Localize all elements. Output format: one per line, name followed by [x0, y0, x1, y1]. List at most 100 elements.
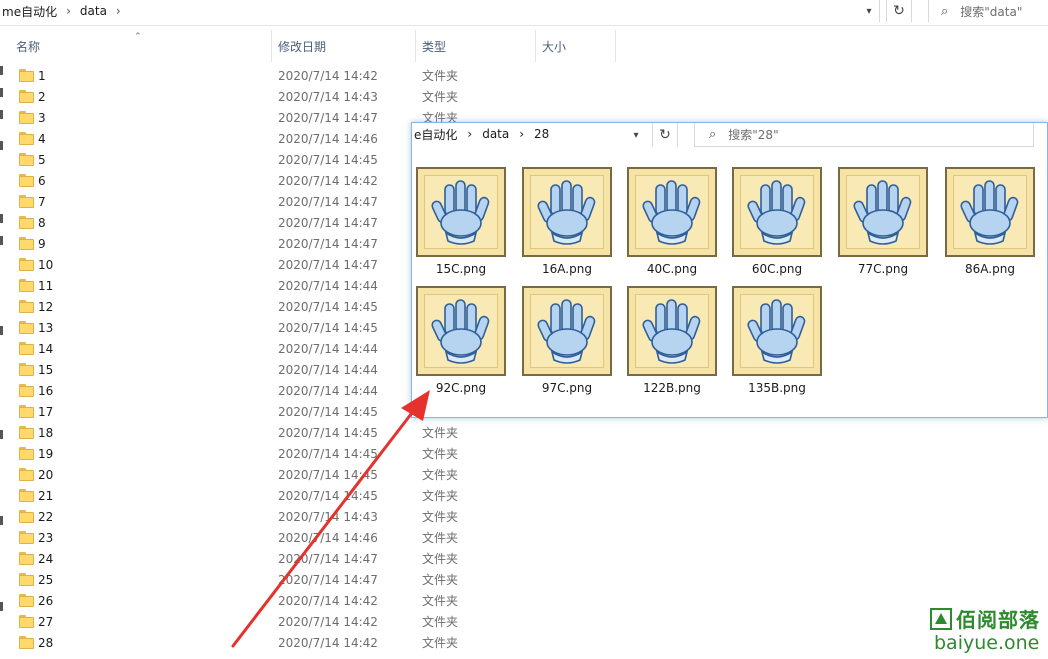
breadcrumb-item[interactable]: me自动化	[2, 3, 57, 20]
overlay-breadcrumb[interactable]: e自动化 › data › 28	[414, 123, 559, 145]
list-item[interactable]: 26 2020/7/14 14:42 文件夹	[0, 590, 620, 611]
item-name: 9	[38, 236, 46, 251]
folder-icon	[19, 615, 34, 628]
item-type: 文件夹	[422, 615, 459, 629]
item-type: 文件夹	[422, 426, 459, 440]
folder-icon	[19, 258, 34, 271]
item-date: 2020/7/14 14:45	[278, 299, 378, 314]
list-item[interactable]: 20 2020/7/14 14:45 文件夹	[0, 464, 620, 485]
item-date: 2020/7/14 14:47	[278, 257, 378, 272]
folder-icon	[19, 573, 34, 586]
item-name: 3	[38, 110, 46, 125]
file-thumbnail[interactable]: 97C.png	[522, 286, 612, 396]
folder-icon	[19, 510, 34, 523]
breadcrumb[interactable]: me自动化 › data ›	[0, 0, 880, 22]
item-date: 2020/7/14 14:42	[278, 593, 378, 608]
breadcrumb-item[interactable]: e自动化	[414, 126, 457, 143]
column-header-size[interactable]: 大小	[536, 30, 616, 62]
item-name: 25	[38, 572, 54, 587]
search-icon: ⌕	[709, 127, 717, 142]
item-date: 2020/7/14 14:44	[278, 278, 378, 293]
item-type: 文件夹	[422, 636, 459, 650]
hand-icon	[853, 180, 912, 245]
file-thumbnail[interactable]: 16A.png	[522, 167, 612, 277]
item-name: 8	[38, 215, 46, 230]
search-placeholder: 搜索"28"	[728, 128, 779, 142]
folder-icon	[19, 132, 34, 145]
file-name: 60C.png	[751, 262, 803, 276]
refresh-icon[interactable]: ↻	[886, 0, 912, 22]
address-bar[interactable]: me自动化 › data › ▾ ↻ ⌕ 搜索"data"	[0, 0, 1048, 26]
item-name: 18	[38, 425, 54, 440]
column-headers: 名称 ⌃ 修改日期 类型 大小	[0, 30, 1048, 62]
breadcrumb-item[interactable]: 28	[534, 127, 549, 141]
file-name: 40C.png	[646, 262, 698, 276]
item-date: 2020/7/14 14:43	[278, 89, 378, 104]
list-item[interactable]: 19 2020/7/14 14:45 文件夹	[0, 443, 620, 464]
item-name: 1	[38, 68, 46, 83]
hand-icon	[431, 299, 490, 364]
overlay-search-input[interactable]: ⌕ 搜索"28"	[694, 123, 1034, 147]
list-item[interactable]: 27 2020/7/14 14:42 文件夹	[0, 611, 620, 632]
column-header-type[interactable]: 类型	[416, 30, 536, 62]
breadcrumb-item[interactable]: data	[80, 4, 107, 18]
image-preview	[838, 167, 928, 257]
search-input[interactable]: ⌕ 搜索"data"	[928, 0, 1048, 22]
hand-icon	[747, 299, 806, 364]
item-date: 2020/7/14 14:47	[278, 551, 378, 566]
item-type: 文件夹	[422, 90, 459, 104]
list-item[interactable]: 22 2020/7/14 14:43 文件夹	[0, 506, 620, 527]
file-thumbnail[interactable]: 60C.png	[732, 167, 822, 277]
list-item[interactable]: 1 2020/7/14 14:42 文件夹	[0, 65, 620, 86]
item-name: 28	[38, 635, 54, 650]
file-thumbnail[interactable]: 40C.png	[627, 167, 717, 277]
breadcrumb-item[interactable]: data	[482, 127, 509, 141]
list-item[interactable]: 24 2020/7/14 14:47 文件夹	[0, 548, 620, 569]
watermark-url: baiyue.one	[934, 632, 1040, 654]
folder-icon	[19, 90, 34, 103]
folder-icon	[19, 342, 34, 355]
item-date: 2020/7/14 14:47	[278, 236, 378, 251]
item-name: 15	[38, 362, 54, 377]
file-thumbnail[interactable]: 86A.png	[945, 167, 1035, 277]
file-thumbnail[interactable]: 77C.png	[838, 167, 928, 277]
list-item[interactable]: 21 2020/7/14 14:45 文件夹	[0, 485, 620, 506]
chevron-down-icon[interactable]: ▾	[858, 0, 880, 22]
column-header-date[interactable]: 修改日期	[272, 30, 416, 62]
folder-icon	[19, 300, 34, 313]
item-name: 6	[38, 173, 46, 188]
list-item[interactable]: 23 2020/7/14 14:46 文件夹	[0, 527, 620, 548]
file-thumbnail[interactable]: 135B.png	[732, 286, 822, 396]
chevron-right-icon[interactable]: ›	[116, 4, 121, 18]
watermark-logo	[930, 607, 952, 630]
file-thumbnail[interactable]: 92C.png	[416, 286, 506, 396]
item-date: 2020/7/14 14:45	[278, 467, 378, 482]
watermark: 佰阅部落 baiyue.one	[930, 604, 1046, 658]
list-item[interactable]: 18 2020/7/14 14:45 文件夹	[0, 422, 620, 443]
image-preview	[416, 286, 506, 376]
hand-icon	[537, 180, 596, 245]
list-item[interactable]: 2 2020/7/14 14:43 文件夹	[0, 86, 620, 107]
item-date: 2020/7/14 14:45	[278, 488, 378, 503]
list-item[interactable]: 25 2020/7/14 14:47 文件夹	[0, 569, 620, 590]
item-name: 14	[38, 341, 54, 356]
file-thumbnail[interactable]: 15C.png	[416, 167, 506, 277]
item-date: 2020/7/14 14:45	[278, 404, 378, 419]
column-header-date-label: 修改日期	[278, 39, 327, 54]
overlay-address-bar[interactable]: e自动化 › data › 28 ▾ ↻ ⌕ 搜索"28"	[412, 123, 1048, 147]
item-name: 24	[38, 551, 54, 566]
chevron-down-icon[interactable]: ▾	[626, 125, 646, 145]
item-name: 19	[38, 446, 54, 461]
sort-ascending-icon: ⌃	[134, 32, 142, 42]
file-thumbnail[interactable]: 122B.png	[627, 286, 717, 396]
item-date: 2020/7/14 14:45	[278, 446, 378, 461]
folder-icon	[19, 69, 34, 82]
folder-icon	[19, 216, 34, 229]
list-item[interactable]: 28 2020/7/14 14:42 文件夹	[0, 632, 620, 653]
file-name: 86A.png	[965, 262, 1015, 276]
item-name: 11	[38, 278, 54, 293]
item-type: 文件夹	[422, 489, 459, 503]
refresh-icon[interactable]: ↻	[652, 123, 678, 147]
folder-icon	[19, 636, 34, 649]
item-name: 21	[38, 488, 54, 503]
